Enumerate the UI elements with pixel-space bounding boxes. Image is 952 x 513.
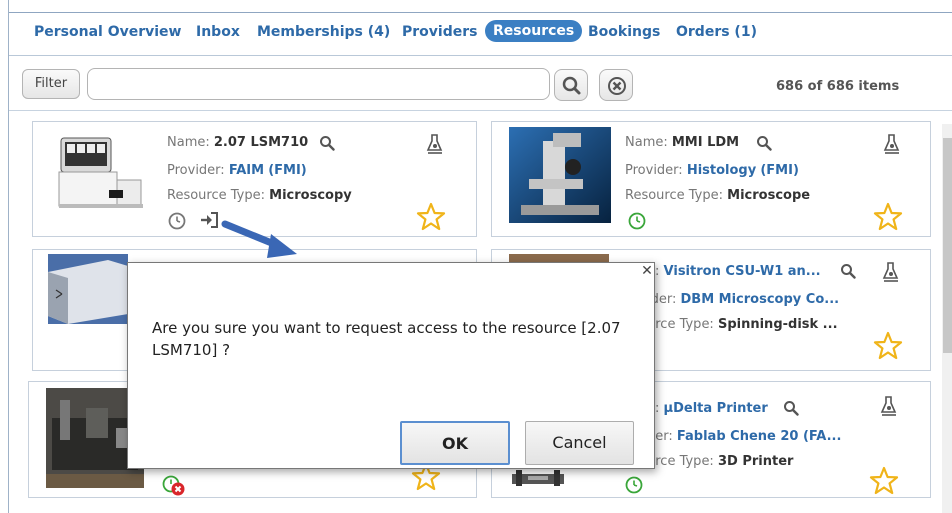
confirm-dialog: ✕ Are you sure you want to request acces…	[127, 262, 655, 469]
microscope-icon	[883, 134, 900, 154]
clock-icon[interactable]	[168, 212, 186, 230]
tab-bookings[interactable]: Bookings	[588, 24, 660, 40]
provider-label: Provider:	[167, 163, 225, 178]
tab-orders[interactable]: Orders (1)	[676, 24, 757, 40]
request-access-icon[interactable]	[199, 211, 219, 229]
provider-link[interactable]: Histology	[687, 163, 756, 178]
name-label: Name:	[625, 135, 668, 150]
provider-abbr-link[interactable]: (FMI)	[760, 163, 799, 178]
resource-name[interactable]: 2.07 LSM710	[214, 135, 308, 150]
clear-icon	[608, 77, 626, 95]
favorite-star-icon[interactable]	[873, 331, 903, 361]
resource-card[interactable]: Name: MMI LDM Provider: Histology (FMI) …	[491, 121, 931, 237]
search-icon	[562, 76, 581, 95]
resource-image	[512, 468, 564, 488]
error-icon	[171, 482, 185, 496]
tab-memberships[interactable]: Memberships (4)	[257, 24, 390, 40]
search-icon[interactable]	[840, 263, 856, 279]
clear-search-button[interactable]	[599, 69, 633, 101]
tab-personal-overview[interactable]: Personal Overview	[34, 24, 181, 40]
ok-button[interactable]: OK	[400, 421, 510, 465]
filter-button[interactable]: Filter	[22, 69, 80, 99]
tab-resources[interactable]: Resources	[485, 20, 583, 42]
cancel-button[interactable]: Cancel	[525, 421, 634, 465]
microscope-icon	[882, 262, 899, 282]
favorite-star-icon[interactable]	[869, 466, 899, 496]
favorite-star-icon[interactable]	[873, 202, 903, 232]
resource-type: 3D Printer	[717, 454, 794, 469]
app-frame: Personal Overview Inbox Memberships (4) …	[8, 0, 952, 513]
favorite-star-icon[interactable]	[416, 202, 446, 232]
resource-name[interactable]: Visitron CSU-W1 an...	[664, 264, 821, 279]
name-label: Name:	[167, 135, 210, 150]
resource-image	[509, 127, 611, 223]
type-label: Resource Type:	[625, 188, 723, 203]
provider-label: Provider:	[625, 163, 683, 178]
resource-image	[53, 130, 145, 214]
search-input[interactable]	[87, 68, 550, 100]
resource-type: Microscope	[727, 188, 811, 203]
scrollbar-thumb[interactable]	[943, 138, 952, 353]
dialog-message: Are you sure you want to request access …	[152, 319, 621, 359]
search-icon[interactable]	[319, 135, 335, 151]
resource-type: Microscopy	[269, 188, 352, 203]
type-label: Resource Type:	[167, 188, 265, 203]
tab-providers[interactable]: Providers	[402, 24, 477, 40]
type-label: urce Type:	[647, 454, 714, 469]
microscope-icon	[426, 134, 443, 154]
top-nav: Personal Overview Inbox Memberships (4) …	[9, 12, 952, 56]
clock-icon[interactable]	[628, 212, 646, 230]
type-label: urce Type:	[647, 317, 714, 332]
scrollbar[interactable]	[942, 124, 952, 513]
search-button[interactable]	[554, 69, 588, 101]
provider-link[interactable]: Fablab Chene 20 (FA...	[677, 429, 842, 444]
resource-name[interactable]: MMI LDM	[672, 135, 739, 150]
provider-link[interactable]: DBM Microscopy Co...	[681, 292, 840, 307]
search-icon[interactable]	[756, 135, 772, 151]
search-icon[interactable]	[783, 400, 799, 416]
resource-type: Spinning-disk ...	[717, 317, 838, 332]
annotation-arrow-icon	[221, 220, 297, 258]
tab-inbox[interactable]: Inbox	[196, 24, 240, 40]
clock-icon[interactable]	[625, 476, 643, 494]
resource-name[interactable]: µDelta Printer	[664, 401, 768, 416]
microscope-icon	[880, 396, 897, 416]
close-icon[interactable]: ✕	[640, 263, 654, 279]
resource-image	[509, 254, 609, 262]
provider-link[interactable]: FAIM	[229, 163, 264, 178]
resource-image	[48, 254, 128, 324]
item-count: 686 of 686 items	[776, 79, 900, 94]
provider-abbr-link[interactable]: (FMI)	[268, 163, 307, 178]
